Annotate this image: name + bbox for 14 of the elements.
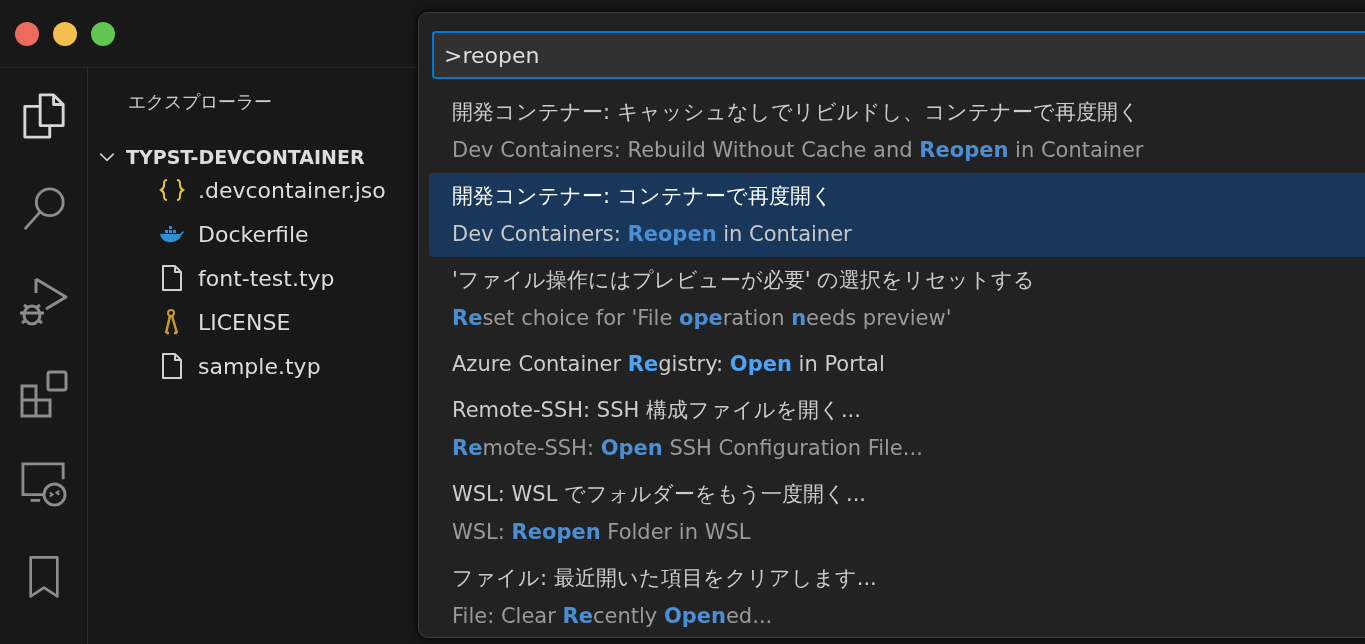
command-detail: WSL: Reopen Folder in WSL bbox=[452, 519, 752, 546]
command-detail: Remote-SSH: Open SSH Configuration File... bbox=[452, 435, 924, 462]
command-label: 'ファイル操作にはプレビューが必要' の選択をリセットする bbox=[452, 267, 1037, 294]
command-label: ファイル: 最近開いた項目をクリアします... bbox=[452, 565, 878, 592]
explorer-title: エクスプローラー bbox=[128, 90, 272, 114]
command-label: WSL: WSL でフォルダーをもう一度開く... bbox=[452, 481, 868, 508]
command-detail: Dev Containers: Reopen in Container bbox=[452, 221, 853, 248]
command-label: Remote-SSH: SSH 構成ファイルを開く... bbox=[452, 397, 862, 424]
command-label: 開発コンテナー: キャッシュなしでリビルドし、コンテナーで再度開く bbox=[452, 99, 1141, 126]
command-label: Azure Container Registry: Open in Portal bbox=[452, 351, 886, 378]
command-detail: File: Clear Recently Opened... bbox=[452, 603, 774, 630]
command-label: 開発コンテナー: コンテナーで再度開く bbox=[452, 183, 834, 210]
command-detail: Reset choice for 'File operation needs preview' bbox=[452, 305, 953, 332]
command-detail: Dev Containers: Rebuild Without Cache and Reopen in Container bbox=[452, 137, 1145, 164]
